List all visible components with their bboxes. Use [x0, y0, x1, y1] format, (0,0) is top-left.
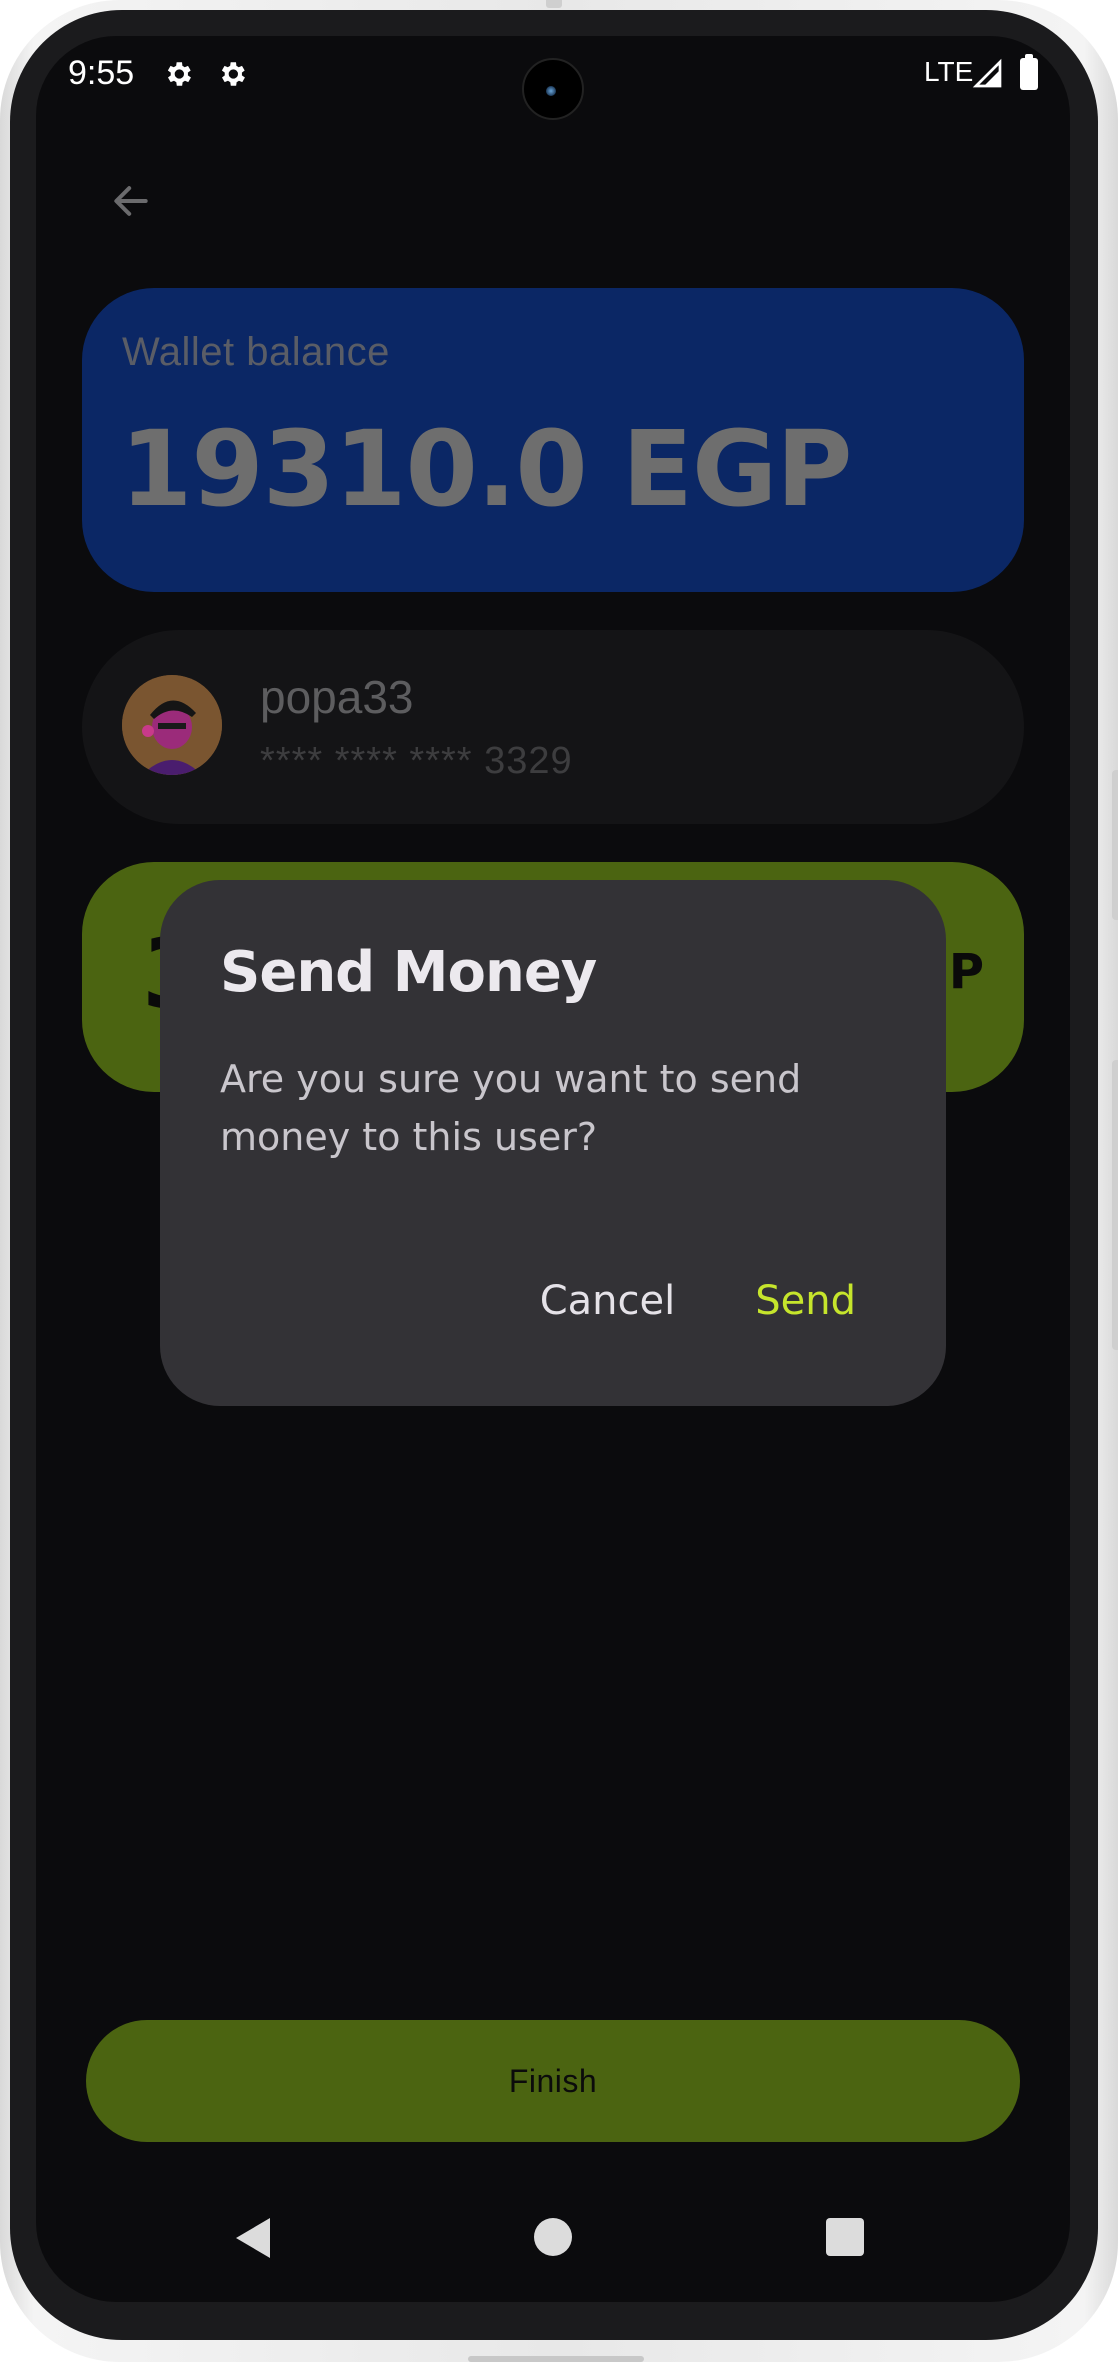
- arrow-left-icon: [114, 186, 148, 216]
- status-time: 9:55: [68, 54, 135, 92]
- wallet-balance-amount: 19310.0 EGP: [120, 408, 853, 530]
- send-money-dialog: Send Money Are you sure you want to send…: [160, 880, 946, 1406]
- navigation-bar: [36, 2196, 1070, 2302]
- send-button[interactable]: Send: [755, 1278, 856, 1324]
- app-screen: 9:55 LTE Wallet balance 19310.0 EGP popa…: [36, 36, 1070, 2302]
- back-button[interactable]: [96, 166, 166, 236]
- phone-frame: 9:55 LTE Wallet balance 19310.0 EGP popa…: [0, 0, 1118, 2362]
- power-button: [1112, 770, 1118, 920]
- avatar: [122, 675, 222, 775]
- gear-icon: [167, 62, 191, 86]
- dialog-message: Are you sure you want to send money to t…: [220, 1057, 802, 1159]
- nav-home-icon[interactable]: [534, 2218, 572, 2256]
- volume-button: [1112, 1060, 1118, 1350]
- wallet-balance-card: Wallet balance 19310.0 EGP: [82, 288, 1024, 592]
- finish-button[interactable]: Finish: [86, 2020, 1020, 2142]
- frame-top-notch: [546, 0, 562, 8]
- gear-icon: [221, 62, 245, 86]
- frame-bottom-notch: [468, 2356, 644, 2362]
- nav-recents-icon[interactable]: [826, 2218, 864, 2256]
- dialog-title: Send Money: [220, 940, 597, 1005]
- nav-back-icon[interactable]: [236, 2218, 270, 2258]
- recipient-username: popa33: [260, 671, 414, 723]
- wallet-balance-label: Wallet balance: [122, 330, 390, 374]
- signal-icon: [972, 58, 1002, 88]
- cancel-button[interactable]: Cancel: [540, 1278, 676, 1324]
- front-camera: [522, 58, 584, 120]
- status-bar: 9:55 LTE: [36, 36, 1070, 120]
- recipient-card[interactable]: popa33 **** **** **** 3329: [82, 630, 1024, 824]
- dialog-actions: Cancel Send: [540, 1278, 856, 1324]
- recipient-card-number: **** **** **** 3329: [260, 740, 573, 782]
- network-type: LTE: [924, 56, 974, 87]
- battery-icon: [1020, 54, 1038, 90]
